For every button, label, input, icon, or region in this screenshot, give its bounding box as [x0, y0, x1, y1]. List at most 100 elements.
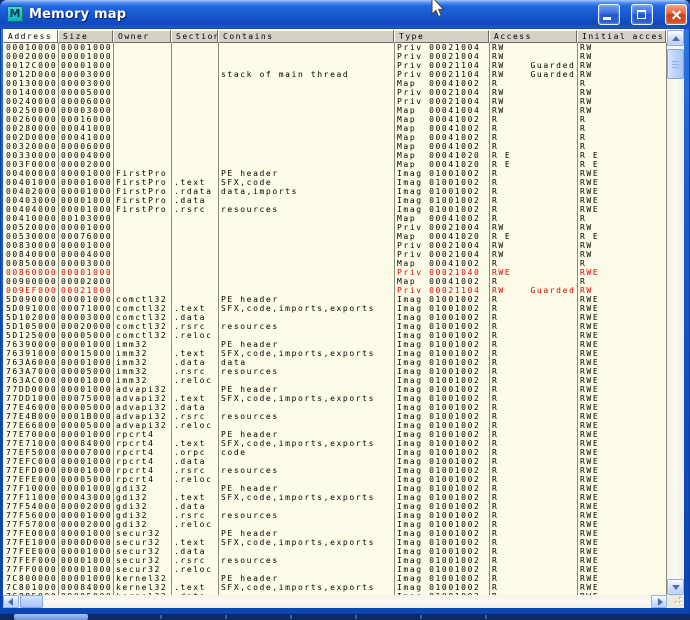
- cell-address: 00401000: [3, 178, 58, 187]
- table-row[interactable]: 0014000000005000Priv 00021004RWRW: [3, 88, 667, 97]
- table-row[interactable]: 0040200000001000FirstPro.rdatadata,impor…: [3, 187, 667, 196]
- table-row[interactable]: 77F5400000002000gdi32.dataImag 01001002R…: [3, 502, 667, 511]
- column-header-contains[interactable]: Contains: [218, 30, 394, 43]
- table-row[interactable]: 0001000000001000Priv 00021004RWRW: [3, 43, 667, 52]
- table-row[interactable]: 77F1100000043000gdi32.textSFX,code,impor…: [3, 493, 667, 502]
- table-row[interactable]: 0041000000103000Map 00041002RR: [3, 214, 667, 223]
- table-row[interactable]: 5D10500000020000comctl32.rsrcresourcesIm…: [3, 322, 667, 331]
- table-row[interactable]: 0040300000001000FirstPro.dataImag 010010…: [3, 196, 667, 205]
- cell-owner: secur32: [113, 547, 171, 556]
- table-row[interactable]: 7639100000015000imm32.textSFX,code,impor…: [3, 349, 667, 358]
- table-row[interactable]: 0083000000001000Priv 00021004RWRW: [3, 241, 667, 250]
- vertical-scroll-thumb[interactable]: [667, 49, 684, 79]
- table-row[interactable]: 77F1000000001000gdi32PE headerImag 01001…: [3, 484, 667, 493]
- column-header-type[interactable]: Type: [394, 30, 489, 43]
- table-row[interactable]: 7C80000000001000kernel32PE headerImag 01…: [3, 574, 667, 583]
- column-header-access[interactable]: Access: [489, 30, 577, 43]
- cell-owner: comctl32: [113, 313, 171, 322]
- cell-owner: rpcrt4: [113, 448, 171, 457]
- table-row[interactable]: 002D000000041000Map 00041002RR: [3, 133, 667, 142]
- table-row[interactable]: 77F5700000002000gdi32.relocImag 01001002…: [3, 520, 667, 529]
- table-row[interactable]: 77EF500000007000rpcrt4.orpccodeImag 0100…: [3, 448, 667, 457]
- cell-type: Imag 01001002: [394, 178, 489, 187]
- table-row[interactable]: 0040100000001000FirstPro.textSFX,codeIma…: [3, 178, 667, 187]
- horizontal-scroll-thumb[interactable]: [20, 595, 43, 608]
- table-row[interactable]: 0012D00000003000stack of main threadPriv…: [3, 70, 667, 79]
- title-bar[interactable]: M Memory map: [0, 0, 690, 29]
- cell-size: 00001000: [58, 511, 113, 520]
- cell-contains: SFX,code,imports,exports: [218, 538, 394, 547]
- table-row[interactable]: 77E7000000001000rpcrt4PE headerImag 0100…: [3, 430, 667, 439]
- table-row[interactable]: 7C80100000084000kernel32.textSFX,code,im…: [3, 583, 667, 592]
- table-row[interactable]: 77DD100000075000advapi32.textSFX,code,im…: [3, 394, 667, 403]
- table-row[interactable]: 77FE000000001000secur32PE headerImag 010…: [3, 529, 667, 538]
- table-row[interactable]: 0052000000001000Priv 00021004RWRW: [3, 223, 667, 232]
- table-row[interactable]: 763A700000005000imm32.rsrcresourcesImag …: [3, 367, 667, 376]
- table-row[interactable]: 5D10200000003000comctl32.dataImag 010010…: [3, 313, 667, 322]
- table-row[interactable]: 77FEF00000001000secur32.rsrcresourcesIma…: [3, 556, 667, 565]
- column-header-owner[interactable]: Owner: [113, 30, 171, 43]
- table-row[interactable]: 0028000000041000Map 00041002RR: [3, 124, 667, 133]
- cell-address: 0012D000: [3, 70, 58, 79]
- cell-contains: SFX,code,imports,exports: [218, 493, 394, 502]
- table-row[interactable]: 77E4B0000001B000advapi32.rsrcresourcesIm…: [3, 412, 667, 421]
- table-row[interactable]: 0033000000004000Map 00041020R ER E: [3, 151, 667, 160]
- scroll-up-button[interactable]: [667, 30, 684, 46]
- table-row[interactable]: 009EF00000021000Priv 00021104RW GuardedR…: [3, 286, 667, 295]
- table-row[interactable]: 0085000000003000Map 00041002RR: [3, 259, 667, 268]
- cell-type: Imag 01001002: [394, 376, 489, 385]
- cell-initial_access: RW: [577, 250, 666, 259]
- table-row[interactable]: 7639000000001000imm32PE headerImag 01001…: [3, 340, 667, 349]
- resize-grip[interactable]: [667, 595, 684, 608]
- table-row[interactable]: 77FF000000001000secur32.relocImag 010010…: [3, 565, 667, 574]
- close-button[interactable]: [665, 4, 687, 25]
- cell-size: 00001000: [58, 169, 113, 178]
- table-row[interactable]: 763AC00000001000imm32.relocImag 01001002…: [3, 376, 667, 385]
- cell-initial_access: RWE: [577, 376, 666, 385]
- table-row[interactable]: 77DD000000001000advapi32PE headerImag 01…: [3, 385, 667, 394]
- table-row[interactable]: 0002000000001000Priv 00021004RWRW: [3, 52, 667, 61]
- vertical-scrollbar[interactable]: [667, 30, 684, 595]
- horizontal-scrollbar[interactable]: [3, 595, 667, 608]
- table-row[interactable]: 0012C00000001000Priv 00021104RW GuardedR…: [3, 61, 667, 70]
- table-row[interactable]: 0025000000003000Map 00041004RWRW: [3, 106, 667, 115]
- cell-type: Imag 01001002: [394, 574, 489, 583]
- scroll-left-button[interactable]: [3, 595, 19, 608]
- cell-address: 77E70000: [3, 430, 58, 439]
- cell-type: Map 00041002: [394, 124, 489, 133]
- table-row[interactable]: 77FE10000000D000secur32.textSFX,code,imp…: [3, 538, 667, 547]
- table-row[interactable]: 0013000000003000Map 00041002RR: [3, 79, 667, 88]
- maximize-button[interactable]: [631, 4, 653, 25]
- table-row[interactable]: 77E4600000005000advapi32.dataImag 010010…: [3, 403, 667, 412]
- cell-size: 00005000: [58, 88, 113, 97]
- table-row[interactable]: 5D09000000001000comctl32PE headerImag 01…: [3, 295, 667, 304]
- cell-section: .text: [171, 583, 218, 592]
- column-header-initial-access[interactable]: Initial access: [577, 30, 666, 43]
- column-header-size[interactable]: Size: [58, 30, 113, 43]
- minimize-button[interactable]: [598, 4, 620, 25]
- table-row[interactable]: 0090000000002000Map 00041002RR: [3, 277, 667, 286]
- table-row[interactable]: 0053000000076000Map 00041020R ER E: [3, 232, 667, 241]
- table-row[interactable]: 0086000000001000Priv 00021040RWERWE: [3, 268, 667, 277]
- table-row[interactable]: 0032000000006000Map 00041002RR: [3, 142, 667, 151]
- table-row[interactable]: 763A600000001000imm32.datadataImag 01001…: [3, 358, 667, 367]
- table-row[interactable]: 0040000000001000FirstProPE headerImag 01…: [3, 169, 667, 178]
- table-row[interactable]: 77E6600000005000advapi32.relocImag 01001…: [3, 421, 667, 430]
- table-row[interactable]: 5D12500000005000comctl32.relocImag 01001…: [3, 331, 667, 340]
- table-row[interactable]: 77FEE00000001000secur32.dataImag 0100100…: [3, 547, 667, 556]
- scroll-down-button[interactable]: [667, 579, 684, 595]
- column-header-section[interactable]: Section: [171, 30, 218, 43]
- table-row[interactable]: 0026000000016000Map 00041002RR: [3, 115, 667, 124]
- table-row[interactable]: 0084000000004000Priv 00021004RWRW: [3, 250, 667, 259]
- table-row[interactable]: 77EFD00000001000rpcrt4.rsrcresourcesImag…: [3, 466, 667, 475]
- table-row[interactable]: 77EFE00000005000rpcrt4.relocImag 0100100…: [3, 475, 667, 484]
- scroll-right-button[interactable]: [651, 595, 667, 608]
- table-row[interactable]: 0024000000006000Priv 00021004RWRW: [3, 97, 667, 106]
- table-row[interactable]: 77EFC00000001000rpcrt4.dataImag 01001002…: [3, 457, 667, 466]
- table-row[interactable]: 77F5600000001000gdi32.rsrcresourcesImag …: [3, 511, 667, 520]
- table-row[interactable]: 0040400000001000FirstPro.rsrcresourcesIm…: [3, 205, 667, 214]
- table-row[interactable]: 5D09100000071000comctl32.textSFX,code,im…: [3, 304, 667, 313]
- table-row[interactable]: 003F000000002000Map 00041020R ER E: [3, 160, 667, 169]
- column-header-address[interactable]: Address: [3, 30, 58, 43]
- table-row[interactable]: 77E7100000084000rpcrt4.textSFX,code,impo…: [3, 439, 667, 448]
